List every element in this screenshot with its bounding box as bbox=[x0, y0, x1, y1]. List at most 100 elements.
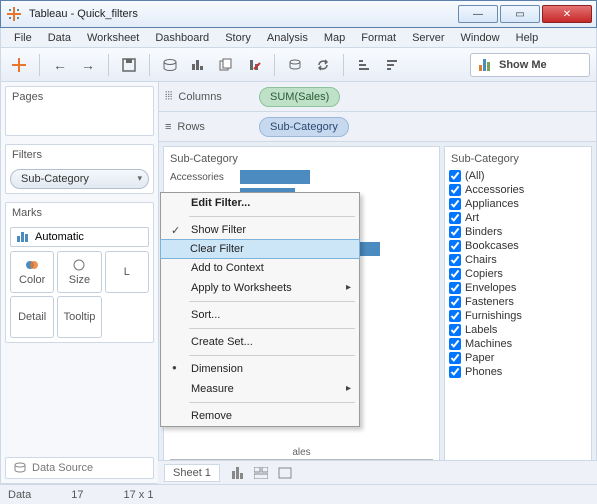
columns-field-sum-sales[interactable]: SUM(Sales) bbox=[259, 87, 340, 107]
checkbox[interactable] bbox=[449, 352, 461, 364]
rows-field-sub-category[interactable]: Sub-Category bbox=[259, 117, 349, 137]
context-menu-item[interactable]: Dimension bbox=[161, 359, 359, 379]
context-menu-item[interactable]: Sort... bbox=[161, 305, 359, 325]
marks-detail[interactable]: Detail bbox=[10, 296, 54, 338]
filter-checkbox[interactable]: Art bbox=[449, 211, 587, 225]
context-menu-item[interactable]: Edit Filter... bbox=[161, 193, 359, 213]
checkbox[interactable] bbox=[449, 338, 461, 350]
minimize-button[interactable]: — bbox=[458, 5, 498, 23]
filter-checkbox[interactable]: Bookcases bbox=[449, 239, 587, 253]
maximize-button[interactable]: ▭ bbox=[500, 5, 540, 23]
marks-type-label: Automatic bbox=[35, 231, 84, 243]
swap-button[interactable] bbox=[283, 53, 307, 77]
checkbox[interactable] bbox=[449, 170, 461, 182]
checkbox[interactable] bbox=[449, 212, 461, 224]
rows-shelf[interactable]: ≡Rows Sub-Category bbox=[159, 112, 596, 142]
checkbox[interactable] bbox=[449, 366, 461, 378]
window-title: Tableau - Quick_filters bbox=[29, 8, 458, 20]
context-menu-item[interactable]: Add to Context bbox=[161, 258, 359, 278]
menu-analysis[interactable]: Analysis bbox=[260, 30, 315, 46]
duplicate-button[interactable] bbox=[214, 53, 238, 77]
context-menu-item[interactable]: Measure bbox=[161, 379, 359, 399]
filter-checkbox[interactable]: Appliances bbox=[449, 197, 587, 211]
menu-story[interactable]: Story bbox=[218, 30, 258, 46]
close-button[interactable]: ✕ bbox=[542, 5, 592, 23]
bar-accessories[interactable] bbox=[240, 170, 310, 184]
context-menu-item[interactable]: Show Filter bbox=[161, 220, 359, 240]
filter-checkbox[interactable]: Copiers bbox=[449, 267, 587, 281]
filter-item-label: Appliances bbox=[465, 198, 519, 210]
toolbar: ← → Show Me bbox=[0, 48, 597, 82]
menu-map[interactable]: Map bbox=[317, 30, 352, 46]
viz-axis-label: ales bbox=[164, 447, 439, 458]
forward-button[interactable]: → bbox=[76, 53, 100, 77]
filter-pill-sub-category[interactable]: Sub-Category bbox=[10, 169, 149, 189]
menu-format[interactable]: Format bbox=[354, 30, 403, 46]
marks-panel: Marks Automatic Color Size L Detail Tool… bbox=[5, 202, 154, 343]
filter-item-label: Labels bbox=[465, 324, 497, 336]
marks-tooltip[interactable]: Tooltip bbox=[57, 296, 101, 338]
new-dashboard-icon[interactable] bbox=[254, 467, 268, 479]
menu-data[interactable]: Data bbox=[41, 30, 78, 46]
filter-checkbox[interactable]: Labels bbox=[449, 323, 587, 337]
new-worksheet-icon[interactable] bbox=[230, 467, 244, 479]
data-source-icon bbox=[14, 462, 26, 474]
menu-window[interactable]: Window bbox=[454, 30, 507, 46]
clear-button[interactable] bbox=[242, 53, 266, 77]
checkbox[interactable] bbox=[449, 282, 461, 294]
checkbox[interactable] bbox=[449, 240, 461, 252]
sheet-tab[interactable]: Sheet 1 bbox=[164, 464, 220, 482]
save-button[interactable] bbox=[117, 53, 141, 77]
context-menu: Edit Filter... Show FilterClear FilterAdd… bbox=[160, 192, 360, 427]
menu-file[interactable]: File bbox=[7, 30, 39, 46]
checkbox[interactable] bbox=[449, 296, 461, 308]
menu-server[interactable]: Server bbox=[405, 30, 451, 46]
new-worksheet-button[interactable] bbox=[186, 53, 210, 77]
marks-color[interactable]: Color bbox=[10, 251, 54, 293]
status-dims: 17 x 1 bbox=[124, 489, 154, 501]
filter-checkbox[interactable]: Paper bbox=[449, 351, 587, 365]
checkbox[interactable] bbox=[449, 254, 461, 266]
tableau-logo-icon[interactable] bbox=[7, 53, 31, 77]
context-menu-item[interactable]: Apply to Worksheets bbox=[161, 278, 359, 298]
context-menu-item[interactable]: Create Set... bbox=[161, 332, 359, 352]
checkbox[interactable] bbox=[449, 310, 461, 322]
show-me-button[interactable]: Show Me bbox=[470, 53, 590, 77]
tableau-icon bbox=[5, 5, 23, 23]
bar-chart-icon bbox=[479, 59, 493, 71]
columns-shelf[interactable]: ⦙⦙⦙Columns SUM(Sales) bbox=[159, 82, 596, 112]
marks-type-select[interactable]: Automatic bbox=[10, 227, 149, 247]
filter-checkbox[interactable]: Binders bbox=[449, 225, 587, 239]
pages-panel: Pages bbox=[5, 86, 154, 136]
checkbox[interactable] bbox=[449, 268, 461, 280]
checkbox[interactable] bbox=[449, 198, 461, 210]
checkbox[interactable] bbox=[449, 226, 461, 238]
menu-help[interactable]: Help bbox=[509, 30, 546, 46]
sort-asc-button[interactable] bbox=[352, 53, 376, 77]
marks-label[interactable]: L bbox=[105, 251, 149, 293]
back-button[interactable]: ← bbox=[48, 53, 72, 77]
columns-icon: ⦙⦙⦙ bbox=[165, 90, 172, 103]
filter-checkbox[interactable]: (All) bbox=[449, 169, 587, 183]
filter-checkbox[interactable]: Chairs bbox=[449, 253, 587, 267]
refresh-button[interactable] bbox=[311, 53, 335, 77]
data-source-tab[interactable]: Data Source bbox=[5, 457, 154, 479]
filter-checkbox[interactable]: Furnishings bbox=[449, 309, 587, 323]
filter-checkbox[interactable]: Accessories bbox=[449, 183, 587, 197]
menu-dashboard[interactable]: Dashboard bbox=[148, 30, 216, 46]
filter-checkbox[interactable]: Envelopes bbox=[449, 281, 587, 295]
marks-size[interactable]: Size bbox=[57, 251, 101, 293]
context-menu-item[interactable]: Clear Filter bbox=[160, 239, 360, 259]
filter-checkbox[interactable]: Phones bbox=[449, 365, 587, 379]
filter-checkbox[interactable]: Fasteners bbox=[449, 295, 587, 309]
filter-item-label: Binders bbox=[465, 226, 502, 238]
viz-row-label: Accessories bbox=[170, 172, 240, 183]
menu-worksheet[interactable]: Worksheet bbox=[80, 30, 146, 46]
new-story-icon[interactable] bbox=[278, 467, 292, 479]
checkbox[interactable] bbox=[449, 324, 461, 336]
checkbox[interactable] bbox=[449, 184, 461, 196]
context-menu-item[interactable]: Remove bbox=[161, 406, 359, 426]
filter-checkbox[interactable]: Machines bbox=[449, 337, 587, 351]
new-data-button[interactable] bbox=[158, 53, 182, 77]
sort-desc-button[interactable] bbox=[380, 53, 404, 77]
